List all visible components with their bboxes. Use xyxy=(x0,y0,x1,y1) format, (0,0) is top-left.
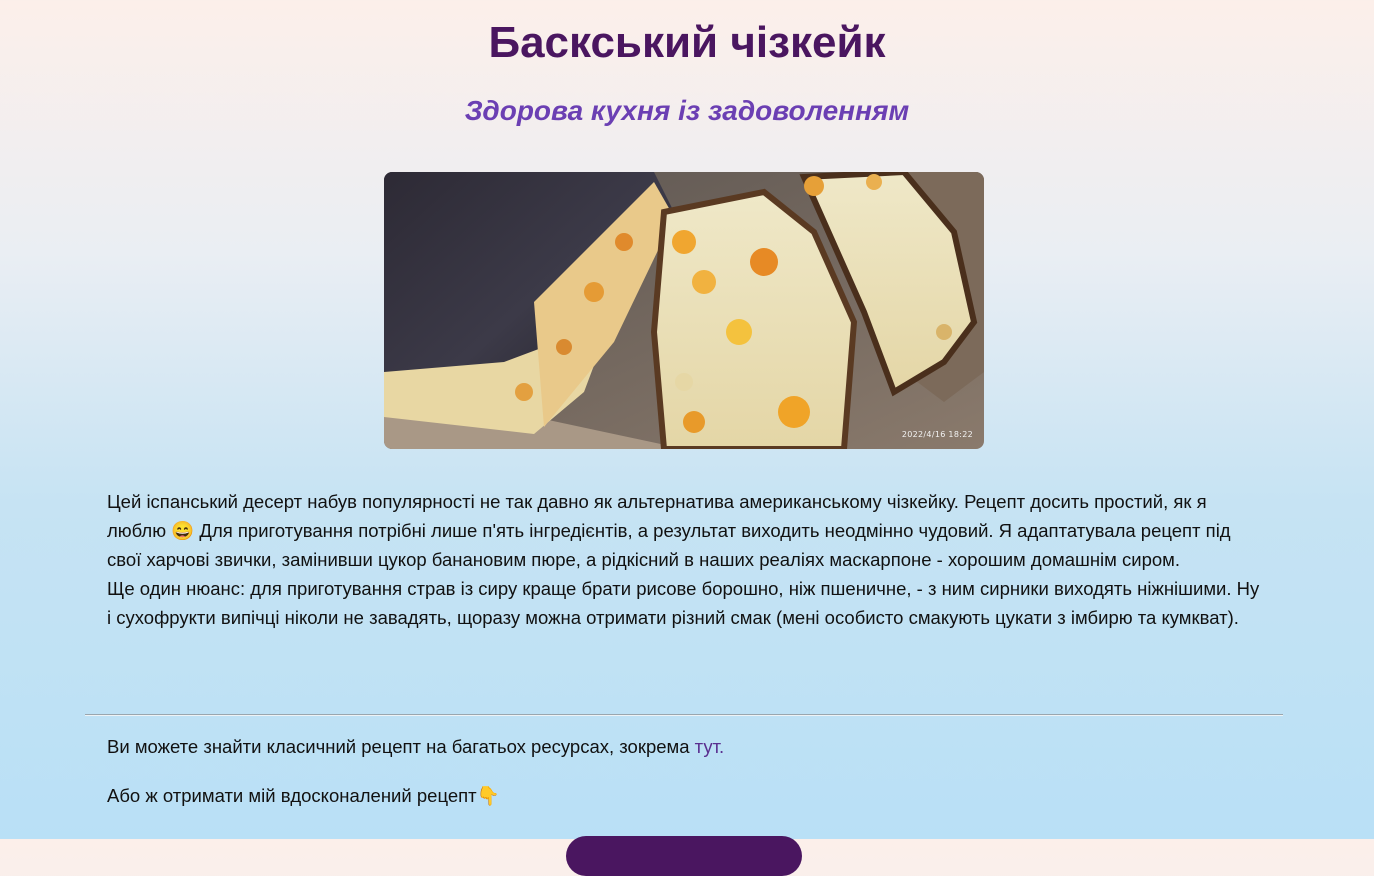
description-paragraph: Цей іспанський десерт набув популярності… xyxy=(107,491,1231,570)
cheesecake-photo: 2022/4/16 18:22 xyxy=(384,172,984,449)
recipe-description: Цей іспанський десерт набув популярності… xyxy=(107,487,1267,632)
classic-recipe-text: Ви можете знайти класичний рецепт на баг… xyxy=(107,736,695,757)
classic-recipe-line: Ви можете знайти класичний рецепт на баг… xyxy=(107,736,724,758)
description-paragraph: Ще один нюанс: для приготування страв із… xyxy=(107,578,1260,628)
photo-timestamp: 2022/4/16 18:22 xyxy=(901,430,973,439)
page-subtitle: Здорова кухня із задоволенням xyxy=(464,95,910,126)
classic-recipe-link[interactable]: тут. xyxy=(695,736,725,757)
get-recipe-button[interactable] xyxy=(566,836,802,876)
improved-recipe-line: Або ж отримати мій вдосконалений рецепт👇 xyxy=(107,785,500,806)
section-divider xyxy=(85,714,1283,716)
cheesecake-illustration xyxy=(384,172,984,449)
page-title: Баскський чізкейк xyxy=(488,18,886,67)
